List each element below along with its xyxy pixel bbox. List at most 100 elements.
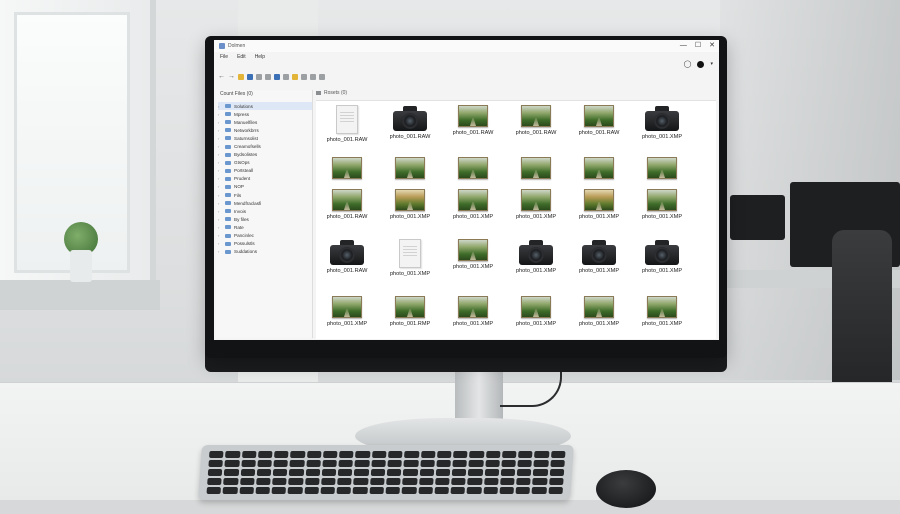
file-tile[interactable] (505, 157, 567, 179)
back-arrow-icon[interactable]: ← (218, 73, 225, 80)
file-tile[interactable]: photo_001.RAW (316, 239, 378, 274)
keyboard-key (274, 451, 289, 458)
chevron-right-icon[interactable]: › (218, 128, 222, 133)
avatar-icon[interactable] (697, 60, 705, 68)
chevron-right-icon[interactable]: › (218, 184, 222, 189)
chevron-right-icon[interactable]: › (218, 201, 222, 206)
file-tile[interactable]: photo_001.RAW (316, 189, 378, 220)
menu-edit[interactable]: Edit (237, 54, 246, 60)
file-tile[interactable]: photo_001.XMP (505, 239, 567, 274)
file-tile[interactable] (568, 157, 630, 179)
file-tile[interactable]: photo_001.XMP (316, 296, 378, 327)
sidebar-item[interactable]: › Prudent (218, 175, 312, 183)
chevron-down-icon[interactable]: ▾ (710, 61, 713, 67)
sidebar-header: Count Files (0) (220, 91, 253, 97)
sidebar-item[interactable]: › Saturnsolist (218, 134, 312, 142)
close-button[interactable]: ✕ (709, 40, 715, 52)
file-tile[interactable]: photo_001.RAW (316, 105, 378, 143)
sidebar-item[interactable]: › Invois (218, 207, 312, 215)
file-tile[interactable]: photo_001.XMP (631, 105, 693, 140)
more-icon[interactable] (319, 74, 325, 80)
file-name: photo_001.XMP (389, 214, 431, 220)
photo-thumbnail (458, 239, 488, 261)
sidebar-item[interactable]: › Possulstls (218, 240, 312, 248)
sidebar-item[interactable]: › Mendfraclasfi (218, 199, 312, 207)
grid-icon[interactable] (265, 74, 271, 80)
new-folder-icon[interactable] (238, 74, 244, 80)
photo-thumbnail (395, 296, 425, 318)
maximize-button[interactable]: ☐ (695, 40, 701, 52)
chevron-right-icon[interactable]: › (218, 217, 222, 222)
chevron-right-icon[interactable]: › (218, 225, 222, 230)
sidebar-item[interactable]: › Networkbrrs (218, 126, 312, 134)
list-icon[interactable] (256, 74, 262, 80)
file-tile[interactable]: photo_001.RAW (379, 105, 441, 140)
file-tile[interactable]: photo_001.RMP (379, 296, 441, 327)
file-tile[interactable]: photo_001.RAW (505, 105, 567, 136)
file-tile[interactable]: photo_001.XMP (631, 239, 693, 274)
file-tile[interactable] (316, 157, 378, 179)
file-tile[interactable]: photo_001.XMP (379, 189, 441, 220)
chevron-right-icon[interactable]: › (218, 104, 222, 109)
sidebar-item[interactable]: › Creamofsells (218, 142, 312, 150)
menu-file[interactable]: File (220, 54, 228, 60)
file-tile[interactable]: photo_001.XMP (379, 239, 441, 277)
file-tile[interactable]: photo_001.XMP (505, 189, 567, 220)
file-tile[interactable]: photo_001.XMP (442, 239, 504, 270)
chevron-right-icon[interactable]: › (218, 193, 222, 198)
sidebar-item[interactable]: › NOP (218, 183, 312, 191)
file-tile[interactable]: photo_001.RAW (442, 105, 504, 136)
sidebar-item[interactable]: › Suddations (218, 248, 312, 256)
settings-icon[interactable] (301, 74, 307, 80)
view-icon[interactable] (247, 74, 253, 80)
chevron-right-icon[interactable]: › (218, 209, 222, 214)
sidebar-item[interactable]: › Rate (218, 223, 312, 231)
chevron-right-icon[interactable]: › (218, 112, 222, 117)
tag-icon[interactable] (292, 74, 298, 80)
user-icon[interactable]: ◯ (684, 60, 692, 68)
chevron-right-icon[interactable]: › (218, 176, 222, 181)
keyboard-key (418, 478, 434, 485)
file-tile[interactable]: photo_001.XMP (505, 296, 567, 327)
chevron-right-icon[interactable]: › (218, 160, 222, 165)
file-tile[interactable]: photo_001.XMP (568, 239, 630, 274)
chevron-right-icon[interactable]: › (218, 152, 222, 157)
file-tile[interactable] (631, 157, 693, 179)
keyboard-key (339, 451, 354, 458)
chevron-right-icon[interactable]: › (218, 241, 222, 246)
file-tile[interactable] (442, 157, 504, 179)
file-tile[interactable]: photo_001.XMP (568, 296, 630, 327)
file-tile[interactable]: photo_001.XMP (568, 189, 630, 220)
chevron-right-icon[interactable]: › (218, 136, 222, 141)
print-icon[interactable] (310, 74, 316, 80)
chevron-right-icon[interactable]: › (218, 249, 222, 254)
sidebar-item[interactable]: › Solutions (218, 102, 312, 111)
chevron-right-icon[interactable]: › (218, 144, 222, 149)
file-name: photo_001.RAW (515, 130, 557, 136)
search-icon[interactable] (283, 74, 289, 80)
file-tile[interactable]: photo_001.XMP (631, 296, 693, 327)
file-tile[interactable]: photo_001.XMP (442, 296, 504, 327)
menu-help[interactable]: Help (255, 54, 265, 60)
sidebar-item[interactable]: › Pancinlec (218, 232, 312, 240)
share-icon[interactable] (274, 74, 280, 80)
breadcrumb-label[interactable]: Rosets (0) (324, 90, 347, 96)
file-tile[interactable]: photo_001.XMP (442, 189, 504, 220)
file-name: photo_001.RAW (326, 214, 368, 220)
sidebar-item[interactable]: › Bydsolistes (218, 151, 312, 159)
sidebar-item[interactable]: › Portsteall (218, 167, 312, 175)
minimize-button[interactable]: — (680, 40, 687, 52)
chevron-right-icon[interactable]: › (218, 168, 222, 173)
file-tile[interactable] (379, 157, 441, 179)
sidebar-item[interactable]: › GtsOps (218, 159, 312, 167)
sidebar-item[interactable]: › Mpress (218, 110, 312, 118)
sidebar-item[interactable]: › By files (218, 215, 312, 223)
file-tile[interactable]: photo_001.XMP (631, 189, 693, 220)
sidebar-item[interactable]: › Fils (218, 191, 312, 199)
sidebar-item[interactable]: › Manuelfiles (218, 118, 312, 126)
chevron-right-icon[interactable]: › (218, 233, 222, 238)
forward-arrow-icon[interactable]: → (228, 73, 235, 80)
keyboard-key (419, 469, 435, 476)
file-tile[interactable]: photo_001.RAW (568, 105, 630, 136)
chevron-right-icon[interactable]: › (218, 120, 222, 125)
